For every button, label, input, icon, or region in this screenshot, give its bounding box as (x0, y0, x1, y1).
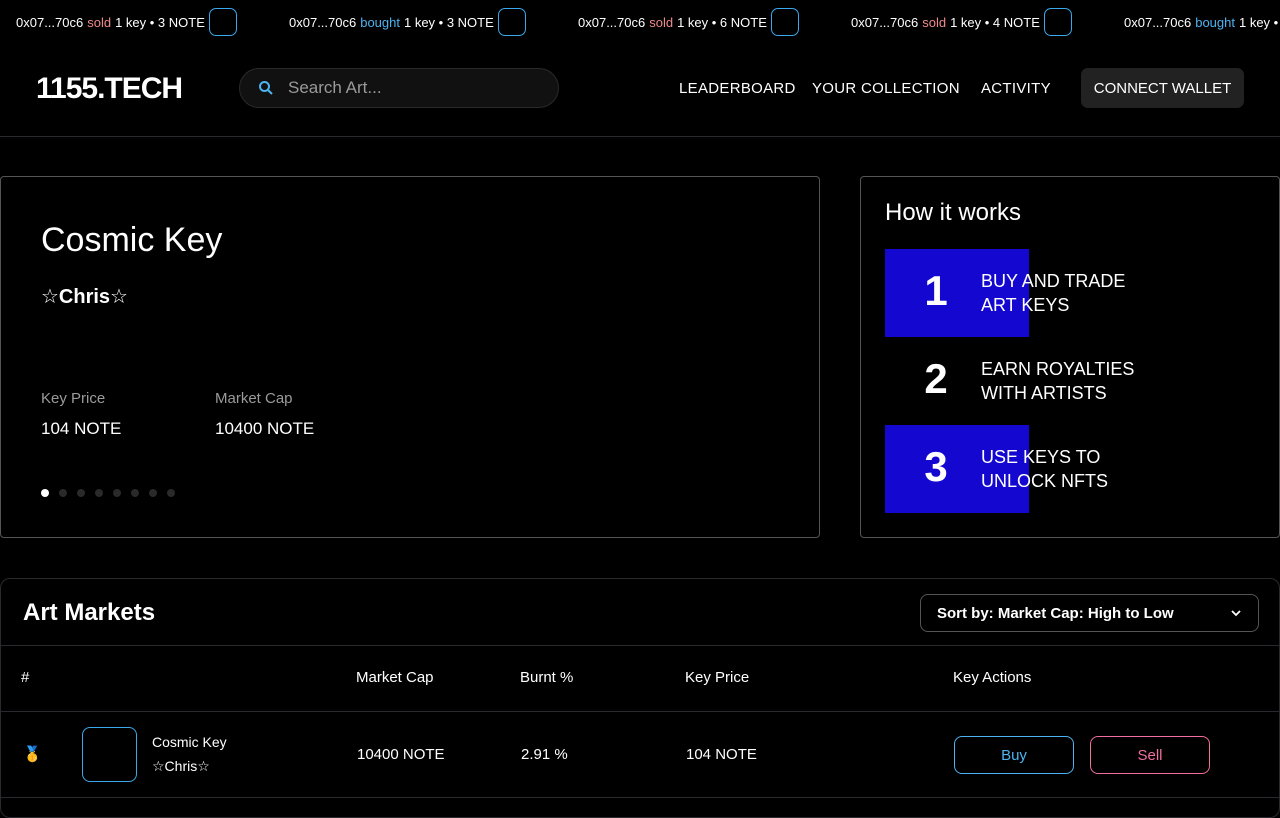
nav-leaderboard[interactable]: LEADERBOARD (679, 68, 796, 108)
rank-medal-icon: 🥇 (23, 746, 42, 763)
nav-activity[interactable]: ACTIVITY (981, 68, 1051, 108)
how-title: How it works (885, 199, 1022, 226)
ticker-item[interactable]: 0x07...70c6 sold 1 key • 6 NOTE (578, 8, 799, 36)
carousel-dot[interactable] (131, 489, 139, 497)
art-artist: ☆Chris☆ (152, 758, 210, 774)
step-1: 1 BUY AND TRADE ART KEYS (885, 249, 1205, 337)
chevron-down-icon (1231, 610, 1241, 617)
featured-artist: ☆Chris☆ (41, 286, 128, 308)
key-price-label: Key Price (41, 390, 106, 407)
search-input[interactable] (288, 78, 528, 98)
col-burnt[interactable]: Burnt % (520, 669, 573, 686)
step-number: 3 (924, 443, 948, 490)
row-burnt: 2.91 % (521, 746, 568, 763)
sort-label: Sort by: Market Cap: High to Low (937, 604, 1174, 622)
ticker-detail: 1 key • 3 NOTE (115, 14, 205, 30)
ticker-item[interactable]: 0x07...70c6bought1 key • 3 NOTE (1124, 8, 1280, 36)
step-number: 1 (924, 267, 948, 314)
row-key-price: 104 NOTE (686, 746, 757, 763)
featured-title: Cosmic Key (41, 221, 223, 259)
art-thumbnail[interactable] (82, 727, 137, 782)
ticker-action: bought (1195, 14, 1235, 30)
key-price-value: 104 NOTE (41, 419, 122, 438)
step-text: BUY AND TRADE ART KEYS (981, 271, 1126, 315)
carousel-dot[interactable] (113, 489, 121, 497)
how-it-works-card: How it works 1 BUY AND TRADE ART KEYS 2 EA… (860, 176, 1280, 538)
ticker-address: 0x07...70c6 (578, 14, 646, 30)
ticker-detail: 1 key • 4 NOTE (950, 14, 1040, 30)
ticker-address: 0x07...70c6 (289, 14, 357, 30)
ticker-detail: 1 key • 3 NOTE (1238, 14, 1280, 30)
carousel-dot[interactable] (59, 489, 67, 497)
markets-title: Art Markets (23, 599, 156, 626)
ticker-detail: 1 key • 6 NOTE (677, 14, 767, 30)
row-market-cap: 10400 NOTE (357, 746, 445, 763)
carousel-dot[interactable] (95, 489, 103, 497)
art-markets: Art Markets Sort by: Market Cap: High to… (0, 578, 1280, 818)
carousel-dot[interactable] (77, 489, 85, 497)
market-cap-value: 10400 NOTE (215, 419, 315, 438)
search-bar (239, 68, 559, 108)
ticker-item[interactable]: 0x07...70c6 sold 1 key • 3 NOTE (16, 8, 237, 36)
carousel-dot[interactable] (167, 489, 175, 497)
ticker-action: sold (922, 14, 947, 30)
step-number: 2 (924, 355, 948, 402)
logo[interactable]: 1155.TECH (36, 72, 183, 106)
key-price-stat: Key Price 104 NOTE (41, 390, 121, 439)
carousel-dot[interactable] (41, 489, 49, 497)
ticker-thumbnail (1043, 8, 1072, 36)
ticker-detail: 1 key • 3 NOTE (403, 14, 494, 30)
art-name[interactable]: Cosmic Key (152, 734, 227, 750)
ticker-address: 0x07...70c6 (851, 14, 919, 30)
market-cap-label: Market Cap (215, 390, 293, 407)
ticker-action: sold (87, 14, 112, 30)
ticker-item[interactable]: 0x07...70c6bought1 key • 3 NOTE (289, 8, 526, 36)
step-2: 2 EARN ROYALTIES WITH ARTISTS (885, 337, 1205, 425)
col-key-price[interactable]: Key Price (685, 669, 749, 686)
col-market-cap[interactable]: Market Cap (356, 669, 434, 686)
carousel-dots (41, 489, 175, 497)
step-text: USE KEYS TO UNLOCK NFTS (981, 447, 1109, 491)
sell-button[interactable]: Sell (1090, 736, 1210, 774)
ticker-thumbnail (770, 8, 799, 36)
col-key-actions: Key Actions (953, 669, 1032, 686)
step-3: 3 USE KEYS TO UNLOCK NFTS (885, 425, 1205, 513)
header: 1155.TECH LEADERBOARD YOUR COLLECTION AC… (0, 44, 1280, 137)
activity-ticker: 0x07...70c6 sold 1 key • 3 NOTE 0x07...70c… (0, 0, 1280, 44)
ticker-thumbnail (497, 8, 526, 36)
market-cap-stat: Market Cap 10400 NOTE (215, 390, 314, 439)
carousel-dot[interactable] (149, 489, 157, 497)
sort-dropdown[interactable]: Sort by: Market Cap: High to Low (920, 594, 1259, 632)
step-text: EARN ROYALTIES WITH ARTISTS (981, 359, 1135, 403)
nav-your-collection[interactable]: YOUR COLLECTION (812, 68, 960, 108)
buy-button[interactable]: Buy (954, 736, 1074, 774)
col-rank: # (21, 669, 30, 686)
ticker-item[interactable]: 0x07...70c6 sold 1 key • 4 NOTE (851, 8, 1072, 36)
ticker-action: bought (360, 14, 400, 30)
featured-card[interactable]: Cosmic Key ☆Chris☆ Key Price 104 NOTE Mar… (0, 176, 820, 538)
search-icon (259, 81, 273, 95)
connect-wallet-button[interactable]: CONNECT WALLET (1081, 68, 1244, 108)
ticker-address: 0x07...70c6 (16, 14, 84, 30)
ticker-address: 0x07...70c6 (1124, 14, 1192, 30)
ticker-thumbnail (208, 8, 237, 36)
ticker-action: sold (649, 14, 674, 30)
